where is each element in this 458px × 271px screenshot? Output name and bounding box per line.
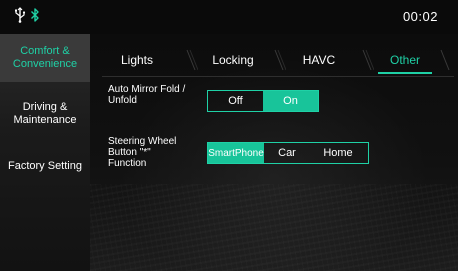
mirror-fold-on-option[interactable]: On [263, 91, 318, 111]
label-line: Unfold [108, 95, 137, 106]
tab-label: Locking [212, 53, 254, 67]
tab-baseline [102, 76, 454, 77]
steering-button-function-selector: SmartPhone Car Home [207, 142, 369, 164]
steering-option-car[interactable]: Car [264, 143, 310, 163]
clock: 00:02 [402, 9, 438, 24]
screen: 00:02 Comfort & Convenience Driving & Ma… [0, 0, 458, 271]
tab-separator [440, 49, 450, 71]
mirror-fold-label: Auto Mirror Fold / Unfold [108, 84, 204, 106]
sidebar: Comfort & Convenience Driving & Maintena… [0, 34, 90, 271]
sidebar-item-label: Driving & Maintenance [13, 101, 77, 126]
label-line: Auto Mirror Fold / [108, 84, 186, 95]
label-line: Function [108, 158, 147, 169]
status-icons [14, 6, 40, 28]
tab-label: Lights [120, 53, 154, 67]
mirror-fold-toggle: Off On [207, 90, 319, 112]
usb-icon [14, 6, 26, 28]
sidebar-item-label: Comfort & Convenience [12, 45, 78, 70]
sidebar-item-factory-setting[interactable]: Factory Setting [0, 148, 90, 184]
tab-label: Other [389, 53, 420, 67]
bluetooth-icon [30, 7, 40, 28]
tab-label: HAVC [302, 53, 336, 67]
tab-bar: Lights Locking HAVC Other [102, 46, 454, 77]
steering-option-smartphone[interactable]: SmartPhone [208, 143, 264, 163]
tab-havc[interactable]: HAVC [284, 46, 354, 74]
tab-locking[interactable]: Locking [198, 46, 268, 74]
background-texture [90, 184, 458, 271]
steering-button-label: Steering Wheel Button "*" Function [108, 136, 198, 169]
sidebar-item-label: Factory Setting [8, 159, 82, 172]
tab-other[interactable]: Other [370, 46, 440, 74]
tab-lights[interactable]: Lights [102, 46, 172, 74]
status-bar: 00:02 [0, 0, 458, 34]
label-line: Button "*" [108, 147, 151, 158]
sidebar-item-comfort-convenience[interactable]: Comfort & Convenience [0, 34, 90, 82]
main-panel: Lights Locking HAVC Other Auto Mirror Fo… [90, 34, 458, 271]
steering-option-home[interactable]: Home [310, 143, 366, 163]
sidebar-item-driving-maintenance[interactable]: Driving & Maintenance [0, 92, 90, 136]
mirror-fold-off-option[interactable]: Off [208, 91, 263, 111]
tab-separator [186, 49, 198, 71]
label-line: Steering Wheel [108, 136, 177, 147]
